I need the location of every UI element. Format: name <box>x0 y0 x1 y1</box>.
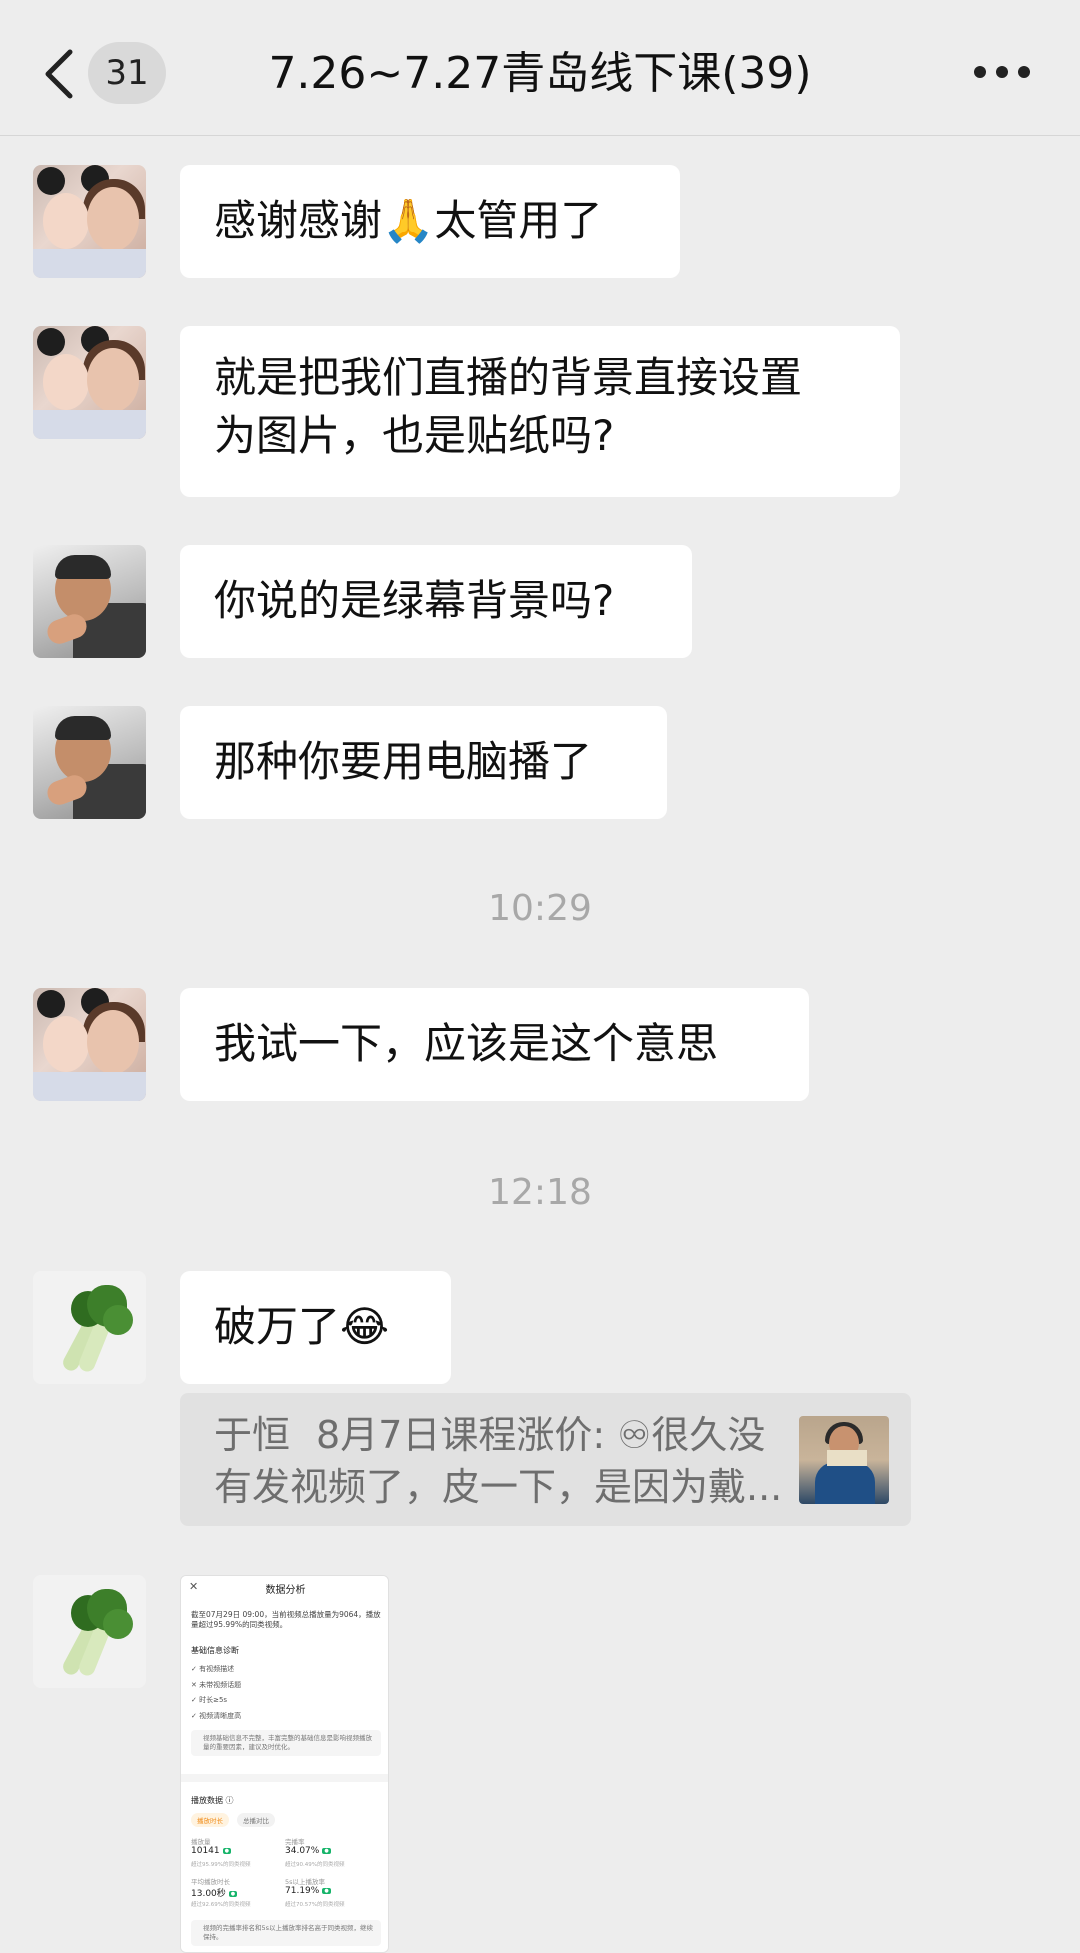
screenshot-bottom-note: 视频的完播率排名和5s以上播放率排名高于同类视频，继续保持。 <box>191 1920 381 1946</box>
vegetable-avatar[interactable] <box>33 1271 146 1384</box>
timestamp: 10:29 <box>488 888 592 929</box>
metric-value: 34.07% ● <box>285 1846 331 1856</box>
more-dots-icon[interactable] <box>974 66 1030 82</box>
screenshot-pill: 总播对比 <box>237 1813 275 1827</box>
vegetable-avatar[interactable] <box>33 1575 146 1688</box>
message-bubble[interactable]: 那种你要用电脑播了 <box>180 706 667 819</box>
man-avatar[interactable] <box>33 545 146 658</box>
pray-emoji-icon: 🙏 <box>382 196 435 245</box>
metric-value: 71.19% ● <box>285 1886 331 1896</box>
family-avatar[interactable] <box>33 165 146 278</box>
chat-header: 31 7.26~7.27青岛线下课(39) <box>0 0 1080 136</box>
quote-sender: 于恒 <box>214 1413 291 1457</box>
screenshot-diag-item: ✕ 未带视频话题 <box>191 1681 242 1689</box>
message-text: 我试一下，应该是这个意思 <box>214 1019 719 1068</box>
timestamp: 12:18 <box>488 1172 592 1213</box>
message-text: 感谢感谢 <box>214 196 383 245</box>
quote-text: 有发视频了，皮一下，是因为戴... <box>214 1465 783 1509</box>
screenshot-diag-item: ✓ 有视频描述 <box>191 1665 235 1673</box>
message-bubble[interactable]: 感谢感谢🙏太管用了 <box>180 165 680 278</box>
metric-value: 13.00秒 ● <box>191 1889 238 1899</box>
quote-thumbnail[interactable] <box>799 1416 889 1504</box>
laughing-emoji-icon: 😂 <box>340 1302 390 1351</box>
quote-line-1: 于恒 8月7日课程涨价: ♾很久没 <box>214 1409 787 1461</box>
screenshot-play-title: 播放数据 ⓘ <box>191 1796 234 1805</box>
message-bubble[interactable]: 就是把我们直播的背景直接设置 为图片，也是贴纸吗? <box>180 326 900 497</box>
screenshot-diag-item: ✓ 视频清晰度高 <box>191 1712 242 1720</box>
metric-label: 平均播放时长 <box>191 1878 230 1886</box>
screenshot-diag-note: 视频基础信息不完整，丰富完整的基础信息是影响视频播放量的重要因素，建议及时优化。 <box>191 1730 381 1756</box>
message-bubble[interactable]: 破万了😂 <box>180 1271 451 1384</box>
unread-count-badge[interactable]: 31 <box>88 42 166 104</box>
screenshot-title: 数据分析 <box>265 1585 306 1596</box>
message-bubble[interactable]: 你说的是绿幕背景吗? <box>180 545 692 658</box>
message-text: 你说的是绿幕背景吗? <box>214 576 615 625</box>
metric-label: 完播率 <box>285 1838 305 1846</box>
man-avatar[interactable] <box>33 706 146 819</box>
screenshot-diag-title: 基础信息诊断 <box>191 1646 239 1655</box>
chevron-left-icon[interactable] <box>40 46 80 102</box>
metric-value: 10141 ● <box>191 1846 232 1856</box>
metric-sub: 超过95.99%的同类视频 <box>191 1862 251 1868</box>
message-text-line: 为图片，也是贴纸吗? <box>214 411 615 460</box>
metric-sub: 超过90.49%的同类视频 <box>285 1862 345 1868</box>
message-text: 那种你要用电脑播了 <box>214 737 593 786</box>
metric-sub: 超过92.69%的同类视频 <box>191 1902 251 1908</box>
family-avatar[interactable] <box>33 988 146 1101</box>
chat-title: 7.26~7.27青岛线下课(39) <box>268 48 812 99</box>
quote-text: 8月7日课程涨价: ♾很久没 <box>316 1413 766 1457</box>
message-text: 太管用了 <box>434 196 603 245</box>
message-text: 破万了 <box>214 1302 341 1351</box>
image-message[interactable]: ✕ 数据分析 截至07月29日 09:00，当前视频总播放量为9064，播放量超… <box>180 1575 389 1953</box>
metric-label: 播放量 <box>191 1838 211 1846</box>
family-avatar[interactable] <box>33 326 146 439</box>
screenshot-intro: 截至07月29日 09:00，当前视频总播放量为9064，播放量超过95.99%… <box>191 1610 381 1629</box>
message-bubble[interactable]: 我试一下，应该是这个意思 <box>180 988 809 1101</box>
message-text-line: 就是把我们直播的背景直接设置 <box>214 353 803 402</box>
screenshot-pill: 播放时长 <box>191 1813 229 1827</box>
metric-label: 5s以上播放率 <box>285 1878 326 1886</box>
metric-sub: 超过70.57%的同类视频 <box>285 1902 345 1908</box>
screenshot-diag-item: ✓ 时长≥5s <box>191 1696 228 1704</box>
